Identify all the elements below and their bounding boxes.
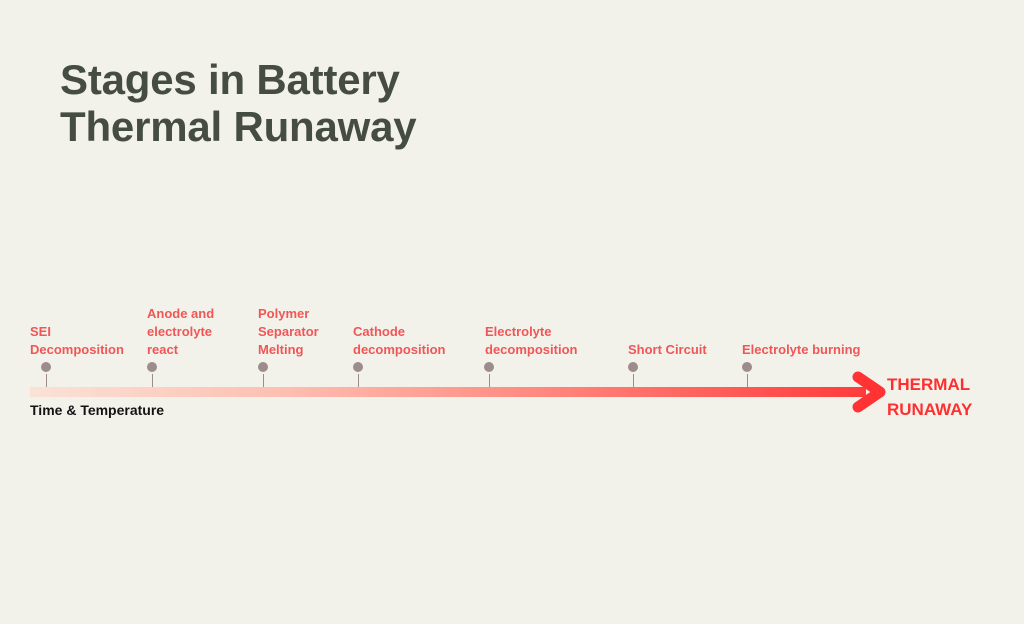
- stage-label: Polymer Separator Melting: [258, 305, 319, 359]
- stage-label-line: Decomposition: [30, 342, 124, 357]
- stage-marker-tick: [489, 374, 490, 387]
- stage-label-line: Anode and: [147, 306, 215, 321]
- stage-marker-tick: [46, 374, 47, 387]
- stage-marker-dot: [353, 362, 363, 372]
- stage-label-line: Electrolyte burning: [742, 342, 861, 357]
- stage-marker-tick: [152, 374, 153, 387]
- stage-marker-dot: [742, 362, 752, 372]
- stage-label-line: decomposition: [485, 342, 578, 357]
- stage-marker-dot: [41, 362, 51, 372]
- stage-marker-dot: [484, 362, 494, 372]
- stage-label: Short Circuit: [628, 341, 707, 359]
- arrow-head-icon: [852, 371, 886, 413]
- stage-label-line: decomposition: [353, 342, 446, 357]
- stage-label-line: react: [147, 342, 179, 357]
- stage-marker-tick: [358, 374, 359, 387]
- stage-label-line: Separator: [258, 324, 319, 339]
- stage-label-line: Melting: [258, 342, 304, 357]
- stage-label-line: Short Circuit: [628, 342, 707, 357]
- thermal-runaway-label: THERMAL RUNAWAY: [887, 372, 972, 422]
- stage-label-line: electrolyte: [147, 324, 213, 339]
- stage-label: Electrolyte burning: [742, 341, 860, 359]
- stage-label-line: Cathode: [353, 324, 405, 339]
- diagram-title: Stages in Battery Thermal Runaway: [60, 56, 417, 150]
- stage-label-line: Electrolyte: [485, 324, 552, 339]
- timeline-axis-bar: [30, 387, 866, 397]
- stage-label: SEI Decomposition: [30, 323, 124, 359]
- stage-marker-dot: [628, 362, 638, 372]
- axis-label: Time & Temperature: [30, 402, 165, 418]
- stage-marker-tick: [263, 374, 264, 387]
- stage-label: Anode and electrolyte react: [147, 305, 214, 359]
- stage-label-line: Polymer: [258, 306, 310, 321]
- stage-marker-tick: [747, 374, 748, 387]
- title-line-1: Stages in Battery: [60, 56, 400, 103]
- stage-label-line: SEI: [30, 324, 51, 339]
- stage-marker-tick: [633, 374, 634, 387]
- stage-marker-dot: [258, 362, 268, 372]
- stage-marker-dot: [147, 362, 157, 372]
- end-label-line-1: THERMAL: [887, 375, 971, 394]
- title-line-2: Thermal Runaway: [60, 103, 417, 150]
- stage-label: Electrolyte decomposition: [485, 323, 577, 359]
- end-label-line-2: RUNAWAY: [887, 400, 973, 419]
- stage-label: Cathode decomposition: [353, 323, 445, 359]
